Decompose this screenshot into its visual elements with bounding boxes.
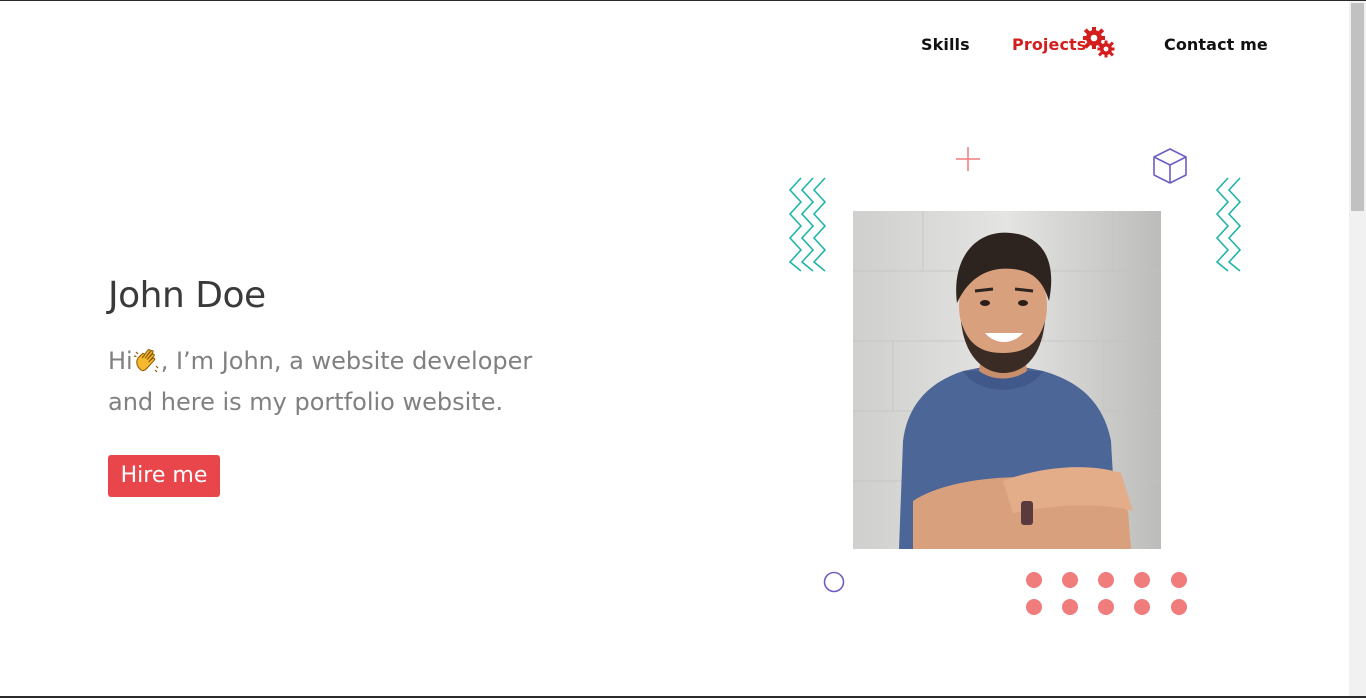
hire-me-button[interactable]: Hire me (108, 455, 220, 497)
intro-text: , I’m John, a website developer and here… (108, 347, 533, 416)
hero-name: John Doe (108, 275, 266, 316)
intro-greeting: Hi (108, 347, 133, 375)
waving-hand-icon (133, 349, 159, 373)
nav-link-contact[interactable]: Contact me (1164, 34, 1268, 56)
circle-outline-icon (823, 571, 845, 593)
nav-link-projects[interactable]: Projects (1012, 34, 1086, 56)
zigzag-right-icon (1215, 177, 1242, 272)
dot-grid-icon (1026, 572, 1187, 615)
scrollbar-thumb[interactable] (1351, 3, 1364, 211)
zigzag-left-icon (788, 177, 827, 272)
plus-icon (956, 147, 980, 171)
page-viewport: Skills Projects Contact me John Doe Hi ,… (0, 1, 1349, 696)
profile-photo-illustration (853, 211, 1161, 549)
hero-intro: Hi , I’m John, a website developer and h… (108, 341, 548, 423)
profile-photo (853, 211, 1161, 549)
nav-link-skills[interactable]: Skills (921, 34, 970, 56)
main-nav: Skills Projects Contact me (0, 27, 1349, 58)
gears-icon (1083, 27, 1115, 58)
cube-icon (1153, 148, 1187, 184)
